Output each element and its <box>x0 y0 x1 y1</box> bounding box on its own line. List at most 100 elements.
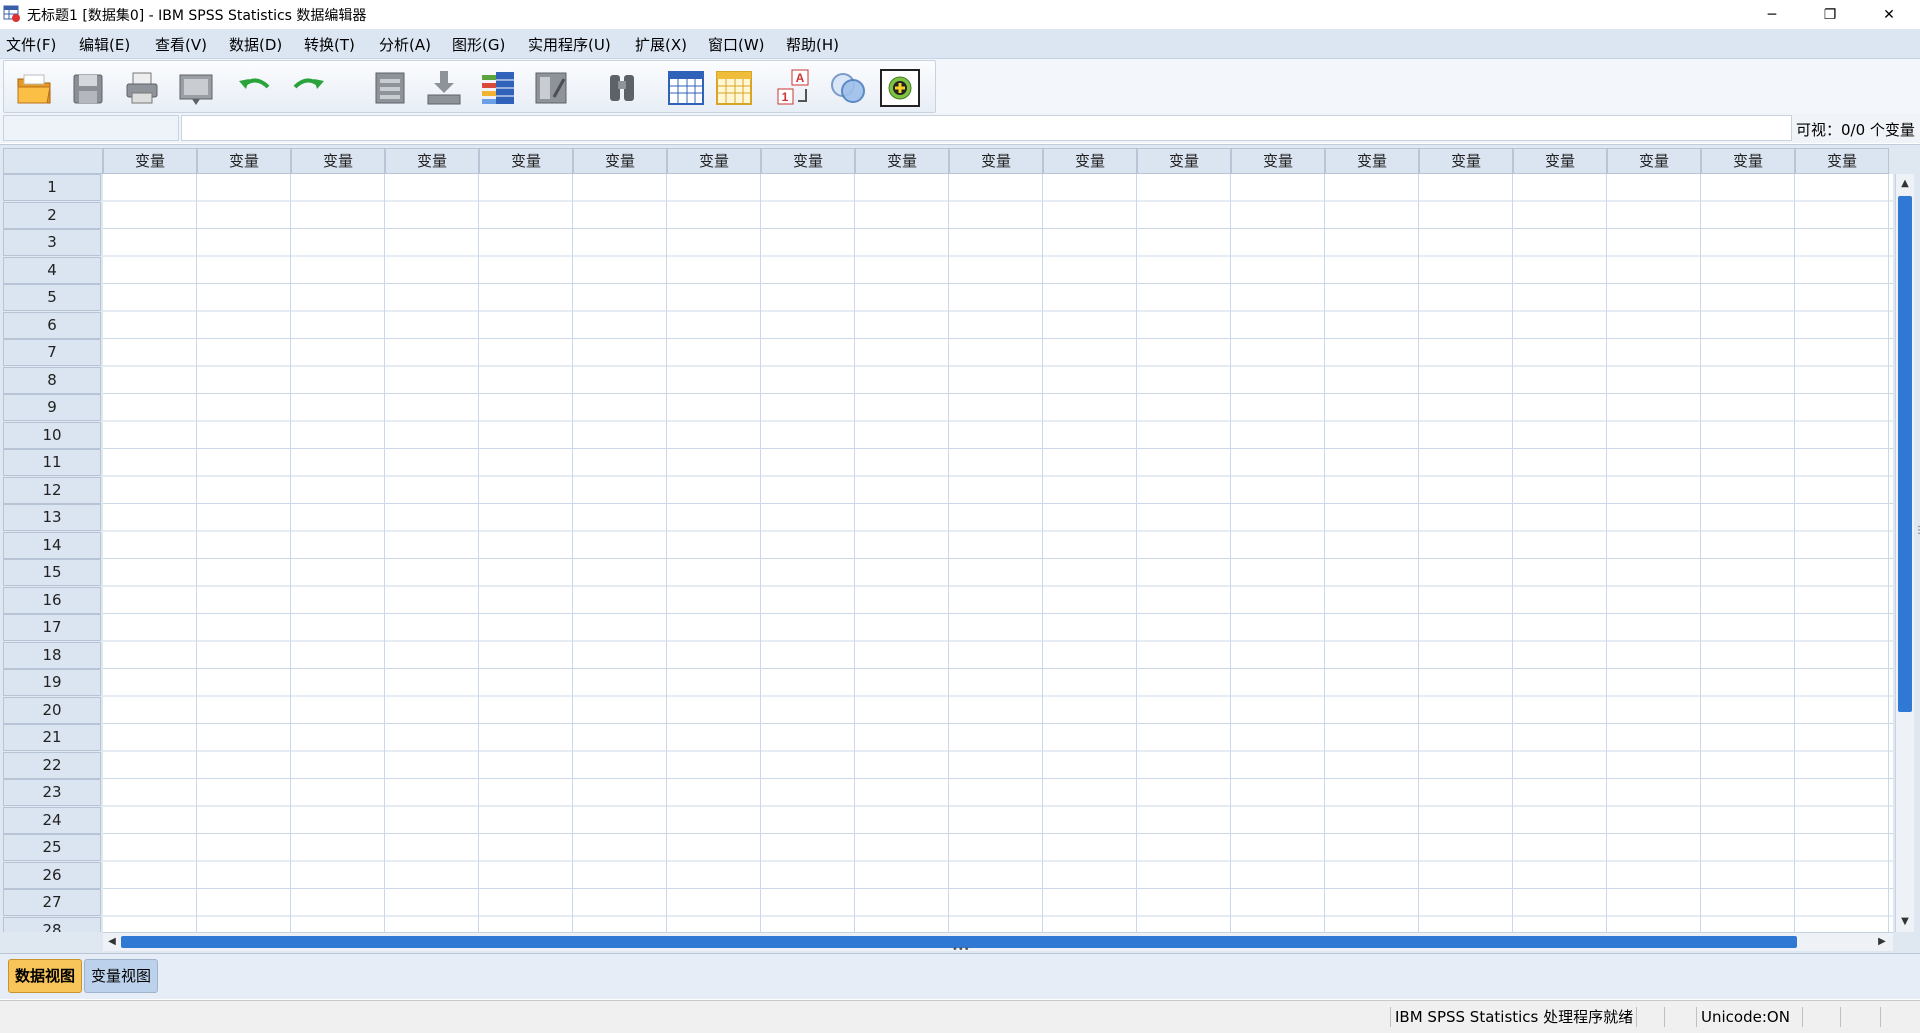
variables-icon[interactable] <box>478 69 518 107</box>
horizontal-scrollbar[interactable]: ◀ ▶ <box>103 932 1893 951</box>
row-header[interactable]: 6 <box>3 311 101 339</box>
menu-utilities[interactable]: 实用程序(U) <box>528 34 611 55</box>
row-header[interactable]: 27 <box>3 889 101 916</box>
row-header[interactable]: 13 <box>3 504 101 531</box>
minimize-button[interactable]: ─ <box>1743 0 1801 29</box>
save-icon[interactable] <box>68 69 108 107</box>
menu-data[interactable]: 数据(D) <box>229 34 282 55</box>
insert-cases-icon[interactable] <box>666 69 706 107</box>
row-header[interactable]: 20 <box>3 696 101 724</box>
find-icon[interactable] <box>602 69 642 107</box>
undo-icon[interactable] <box>236 69 276 107</box>
row-header[interactable]: 17 <box>3 614 101 641</box>
close-button[interactable]: ✕ <box>1860 0 1918 29</box>
close-icon: ✕ <box>1883 6 1895 23</box>
row-header[interactable]: 16 <box>3 586 101 614</box>
menu-transform[interactable]: 转换(T) <box>304 34 355 55</box>
column-header[interactable]: 变量 <box>949 148 1043 174</box>
open-folder-icon[interactable] <box>14 69 54 107</box>
row-header[interactable]: 19 <box>3 669 101 696</box>
menu-extensions[interactable]: 扩展(X) <box>635 34 687 55</box>
row-header[interactable]: 9 <box>3 394 101 421</box>
row-header[interactable]: 24 <box>3 806 101 834</box>
column-header[interactable]: 变量 <box>385 148 479 174</box>
column-headers: 变量 变量 变量 变量 变量 变量 变量 变量 变量 变量 变量 变量 变量 变量 变量 变量 变量 变量 变量 <box>103 148 1893 174</box>
row-header[interactable]: 14 <box>3 531 101 559</box>
row-header[interactable]: 4 <box>3 256 101 284</box>
pane-grip-icon[interactable]: ⋮ <box>1914 525 1920 545</box>
column-header[interactable]: 变量 <box>1607 148 1701 174</box>
row-header[interactable]: 10 <box>3 421 101 449</box>
column-header[interactable]: 变量 <box>479 148 573 174</box>
row-header[interactable]: 8 <box>3 366 101 394</box>
menu-help[interactable]: 帮助(H) <box>786 34 839 55</box>
row-header[interactable]: 25 <box>3 834 101 861</box>
column-header[interactable]: 变量 <box>1231 148 1325 174</box>
row-header[interactable]: 2 <box>3 201 101 229</box>
run-descriptives-icon[interactable] <box>532 69 572 107</box>
row-header[interactable]: 21 <box>3 724 101 751</box>
column-header[interactable]: 变量 <box>197 148 291 174</box>
window-title: 无标题1 [数据集0] - IBM SPSS Statistics 数据编辑器 <box>27 8 367 24</box>
column-header[interactable]: 变量 <box>573 148 667 174</box>
grid-cells[interactable] <box>103 174 1893 932</box>
maximize-button[interactable]: ❐ <box>1801 0 1859 29</box>
recall-dialog-icon[interactable] <box>176 69 216 107</box>
vertical-scrollbar[interactable]: ▲ ▼ <box>1895 174 1914 932</box>
column-header[interactable]: 变量 <box>291 148 385 174</box>
cell-editor-bar: 可视：0/0 个变量 <box>0 113 1920 143</box>
row-header[interactable]: 11 <box>3 449 101 476</box>
column-header[interactable]: 变量 <box>103 148 197 174</box>
menu-graphs[interactable]: 图形(G) <box>452 34 505 55</box>
column-header[interactable]: 变量 <box>667 148 761 174</box>
column-header[interactable]: 变量 <box>1701 148 1795 174</box>
insert-variable-icon[interactable] <box>714 69 754 107</box>
value-labels-icon[interactable]: A 1 <box>776 69 816 107</box>
status-cell-3 <box>1802 1007 1841 1027</box>
scroll-right-icon[interactable]: ▶ <box>1875 935 1889 949</box>
processor-status: IBM SPSS Statistics 处理程序就绪 <box>1390 1007 1635 1027</box>
menu-analyze[interactable]: 分析(A) <box>379 34 431 55</box>
row-header[interactable]: 5 <box>3 284 101 311</box>
menu-view[interactable]: 查看(V) <box>155 34 207 55</box>
scroll-down-icon[interactable]: ▼ <box>1898 915 1912 929</box>
column-header[interactable]: 变量 <box>761 148 855 174</box>
scroll-up-icon[interactable]: ▲ <box>1898 177 1912 191</box>
vertical-scroll-thumb[interactable] <box>1898 196 1912 712</box>
cell-reference-box[interactable] <box>3 115 179 141</box>
print-icon[interactable] <box>122 69 162 107</box>
goto-variable-icon[interactable] <box>424 69 464 107</box>
row-header[interactable]: 7 <box>3 339 101 366</box>
add-extension-icon[interactable] <box>880 69 920 107</box>
goto-case-icon[interactable] <box>370 69 410 107</box>
row-header[interactable]: 1 <box>3 174 101 201</box>
menu-edit[interactable]: 编辑(E) <box>79 34 130 55</box>
cell-value-editor[interactable] <box>181 115 1792 141</box>
tab-variable-view[interactable]: 变量视图 <box>84 959 158 993</box>
column-header[interactable]: 变量 <box>855 148 949 174</box>
split-handle-icon[interactable]: ••• <box>952 945 970 955</box>
scroll-left-icon[interactable]: ◀ <box>105 935 119 949</box>
row-header[interactable]: 26 <box>3 861 101 889</box>
column-header[interactable]: 变量 <box>1325 148 1419 174</box>
row-header[interactable]: 28 <box>3 916 101 932</box>
row-header[interactable]: 12 <box>3 476 101 504</box>
column-header[interactable]: 变量 <box>1137 148 1231 174</box>
column-header[interactable]: 变量 <box>1419 148 1513 174</box>
use-sets-icon[interactable] <box>828 69 868 107</box>
column-header[interactable]: 变量 <box>1043 148 1137 174</box>
menu-window[interactable]: 窗口(W) <box>708 34 765 55</box>
column-header[interactable]: 变量 <box>1513 148 1607 174</box>
row-header[interactable]: 18 <box>3 641 101 669</box>
menu-file[interactable]: 文件(F) <box>6 34 56 55</box>
status-cell-1 <box>1636 1007 1663 1027</box>
grid-corner[interactable] <box>3 148 103 174</box>
row-header[interactable]: 23 <box>3 779 101 806</box>
row-header[interactable]: 15 <box>3 559 101 586</box>
minimize-icon: ─ <box>1767 6 1777 23</box>
row-header[interactable]: 3 <box>3 229 101 256</box>
tab-data-view[interactable]: 数据视图 <box>8 959 82 993</box>
redo-icon[interactable] <box>287 69 327 107</box>
row-header[interactable]: 22 <box>3 751 101 779</box>
column-header[interactable]: 变量 <box>1795 148 1889 174</box>
